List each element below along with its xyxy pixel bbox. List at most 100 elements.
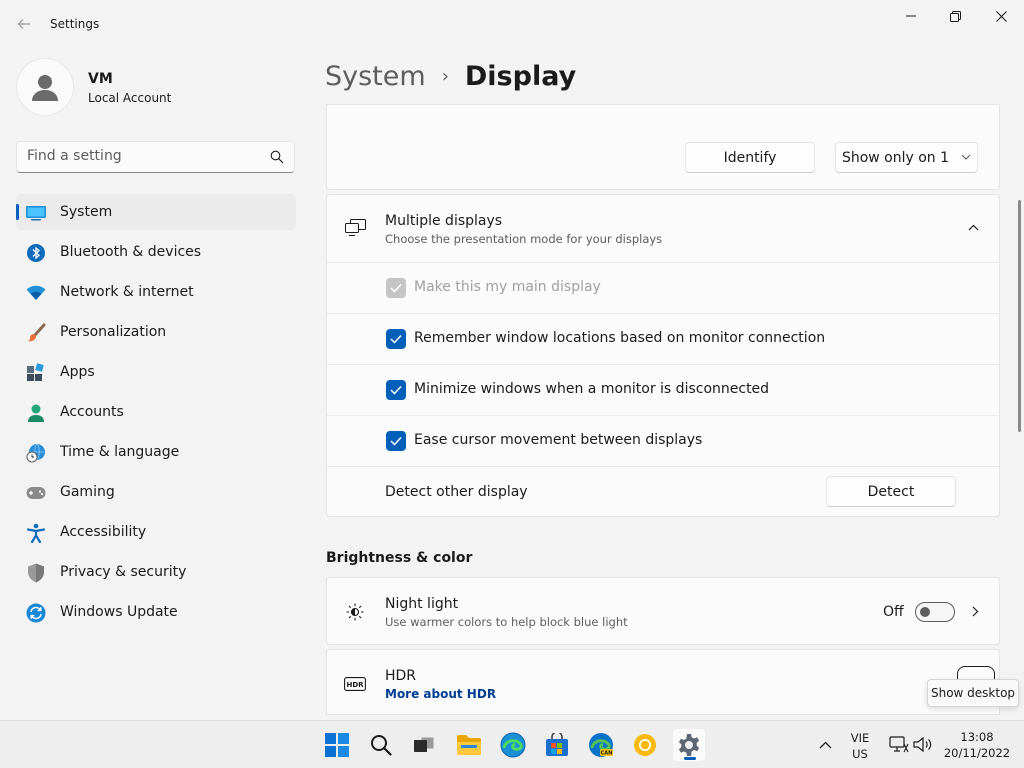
main-display-label: Make this my main display xyxy=(414,279,601,295)
night-light-title: Night light xyxy=(385,596,459,612)
sidebar-item-personalization[interactable]: Personalization xyxy=(16,314,296,350)
back-button[interactable] xyxy=(12,12,36,36)
checkmark-icon xyxy=(390,385,402,395)
task-view-icon xyxy=(414,736,435,752)
ease-cursor-label: Ease cursor movement between displays xyxy=(414,432,703,448)
minimize-icon xyxy=(906,15,916,17)
remember-window-locations-label: Remember window locations based on monit… xyxy=(414,330,826,346)
more-about-hdr-link[interactable]: More about HDR xyxy=(385,687,496,701)
sidebar-item-label: Windows Update xyxy=(60,604,178,620)
search-icon xyxy=(371,735,392,756)
edge-canary-button[interactable]: CAN xyxy=(585,729,617,761)
sidebar-item-system[interactable]: System xyxy=(16,194,296,230)
toggle-knob xyxy=(920,607,930,617)
sidebar-item-windows-update[interactable]: Windows Update xyxy=(16,594,296,630)
sidebar-item-label: Accessibility xyxy=(60,524,147,540)
divider xyxy=(327,415,999,416)
multiple-displays-title: Multiple displays xyxy=(385,213,503,229)
bluetooth-icon xyxy=(26,243,46,263)
taskbar-search-button[interactable] xyxy=(365,729,397,761)
edge-button[interactable] xyxy=(497,729,529,761)
sidebar-item-time-language[interactable]: Time & language xyxy=(16,434,296,470)
hdr-icon: HDR xyxy=(344,677,366,691)
title-bar: Settings xyxy=(0,0,1024,48)
brightness-color-heading: Brightness & color xyxy=(326,550,473,566)
sidebar-item-label: Accounts xyxy=(60,404,124,420)
hdr-card[interactable]: HDR HDR More about HDR xyxy=(326,649,1000,715)
store-icon xyxy=(546,733,568,756)
chrome-button[interactable] xyxy=(629,729,661,761)
identify-button[interactable]: Identify xyxy=(685,142,815,173)
remember-window-locations-checkbox[interactable] xyxy=(386,329,406,349)
user-avatar-icon xyxy=(32,75,58,101)
multiple-displays-header[interactable]: Multiple displays Choose the presentatio… xyxy=(327,195,999,262)
sidebar-item-privacy[interactable]: Privacy & security xyxy=(16,554,296,590)
chevron-up-icon[interactable] xyxy=(968,224,979,231)
active-app-indicator xyxy=(684,757,696,760)
breadcrumb-parent[interactable]: System xyxy=(325,61,426,92)
sidebar-item-accessibility[interactable]: Accessibility xyxy=(16,514,296,550)
search-icon[interactable] xyxy=(270,150,284,164)
minimize-button[interactable] xyxy=(888,0,934,32)
sidebar-item-accounts[interactable]: Accounts xyxy=(16,394,296,430)
show-desktop-tooltip: Show desktop xyxy=(927,679,1019,707)
detect-button[interactable]: Detect xyxy=(826,476,956,507)
network-icon[interactable] xyxy=(889,736,909,753)
clock-time[interactable]: 13:08 xyxy=(945,730,1009,744)
wifi-icon xyxy=(26,283,46,303)
sidebar-item-label: System xyxy=(60,204,113,220)
night-light-toggle[interactable] xyxy=(915,602,955,622)
detect-display-label: Detect other display xyxy=(385,484,528,500)
chevron-up-icon[interactable] xyxy=(819,741,832,749)
close-icon xyxy=(995,10,1007,22)
brush-icon xyxy=(26,323,46,343)
clock-date[interactable]: 20/11/2022 xyxy=(940,746,1014,760)
input-language[interactable]: VIE xyxy=(846,731,874,745)
divider xyxy=(327,313,999,314)
person-icon xyxy=(26,403,46,423)
taskbar: CAN VIE US 13:08 20/11/2022 xyxy=(0,720,1024,768)
windows-logo-icon xyxy=(325,733,349,757)
display-mode-value: Show only on 1 xyxy=(841,149,950,166)
system-icon xyxy=(26,203,46,223)
maximize-button[interactable] xyxy=(932,0,978,32)
file-explorer-button[interactable] xyxy=(453,729,485,761)
sidebar-item-apps[interactable]: Apps xyxy=(16,354,296,390)
task-view-button[interactable] xyxy=(408,729,440,761)
start-button[interactable] xyxy=(321,729,353,761)
chevron-right-icon[interactable] xyxy=(972,606,979,617)
user-profile[interactable]: VM Local Account xyxy=(16,56,296,120)
globe-clock-icon xyxy=(26,443,46,463)
edge-canary-icon: CAN xyxy=(589,733,613,757)
profile-account-type: Local Account xyxy=(88,91,172,105)
checkmark-icon xyxy=(390,334,402,344)
settings-taskbar-button[interactable] xyxy=(673,729,705,761)
active-indicator xyxy=(16,204,19,220)
ease-cursor-checkbox[interactable] xyxy=(386,431,406,451)
svg-text:CAN: CAN xyxy=(601,751,613,757)
display-mode-dropdown[interactable]: Show only on 1 xyxy=(835,142,978,173)
sidebar-item-label: Bluetooth & devices xyxy=(60,244,202,260)
settings-search[interactable] xyxy=(16,141,295,173)
sidebar-item-network[interactable]: Network & internet xyxy=(16,274,296,310)
display-arrangement-card: Identify Show only on 1 xyxy=(326,104,1000,190)
scrollbar[interactable] xyxy=(1018,200,1021,432)
close-button[interactable] xyxy=(978,0,1024,32)
sidebar-item-label: Apps xyxy=(60,364,95,380)
input-region[interactable]: US xyxy=(846,747,874,761)
store-button[interactable] xyxy=(541,729,573,761)
search-input[interactable] xyxy=(27,148,257,164)
sidebar-item-label: Personalization xyxy=(60,324,167,340)
night-light-card[interactable]: Night light Use warmer colors to help bl… xyxy=(326,577,1000,645)
avatar xyxy=(16,58,74,116)
accessibility-icon xyxy=(26,523,46,543)
multiple-displays-icon xyxy=(345,219,366,236)
minimize-windows-checkbox[interactable] xyxy=(386,380,406,400)
volume-icon[interactable] xyxy=(913,736,933,753)
sidebar-item-bluetooth[interactable]: Bluetooth & devices xyxy=(16,234,296,270)
night-light-state: Off xyxy=(883,604,904,620)
sidebar-item-gaming[interactable]: Gaming xyxy=(16,474,296,510)
main-display-checkbox[interactable] xyxy=(386,278,406,298)
edge-icon xyxy=(500,732,526,758)
sidebar-nav: System Bluetooth & devices Network & int… xyxy=(16,194,296,634)
